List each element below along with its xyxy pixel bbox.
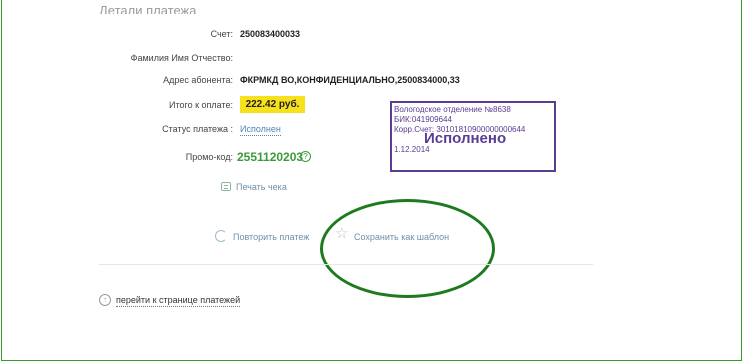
divider bbox=[99, 264, 593, 265]
stamp-bik: БИК:041909644 bbox=[394, 115, 452, 124]
status-label: Статус платежа : bbox=[162, 124, 233, 134]
address-value: ФКРМКД ВО,КОНФИДЕНЦИАЛЬНО,2500834000,33 bbox=[240, 75, 460, 85]
status-link[interactable]: Исполнен bbox=[240, 124, 281, 136]
arrow-up-icon[interactable]: ↑ bbox=[99, 294, 111, 306]
total-amount: 222.42 руб. bbox=[240, 96, 305, 113]
account-label: Счет: bbox=[210, 29, 233, 39]
annotation-ellipse bbox=[320, 199, 495, 298]
address-label: Адрес абонента: bbox=[163, 75, 233, 85]
printer-icon[interactable] bbox=[221, 182, 231, 191]
total-label: Итого к оплате: bbox=[169, 100, 233, 110]
account-value: 250083400033 bbox=[240, 29, 301, 39]
stamp-status: Исполнено bbox=[424, 130, 507, 147]
help-icon[interactable]: ? bbox=[300, 151, 311, 162]
repeat-payment-link[interactable]: Повторить платеж bbox=[233, 232, 309, 242]
page-title: Детали платежа bbox=[99, 4, 197, 14]
bank-stamp: Вологодское отделение №8638 БИК:04190964… bbox=[390, 101, 556, 172]
print-receipt-link[interactable]: Печать чека bbox=[236, 182, 287, 192]
repeat-icon[interactable] bbox=[215, 230, 227, 242]
page-frame bbox=[1, 0, 742, 361]
promo-label: Промо-код: bbox=[185, 152, 233, 162]
promo-code: 2551120203 bbox=[237, 150, 304, 164]
fio-label: Фамилия Имя Отчество: bbox=[130, 53, 233, 63]
back-to-payments-link[interactable]: перейти к странице платежей bbox=[116, 295, 241, 307]
stamp-branch: Вологодское отделение №8638 bbox=[394, 105, 511, 114]
